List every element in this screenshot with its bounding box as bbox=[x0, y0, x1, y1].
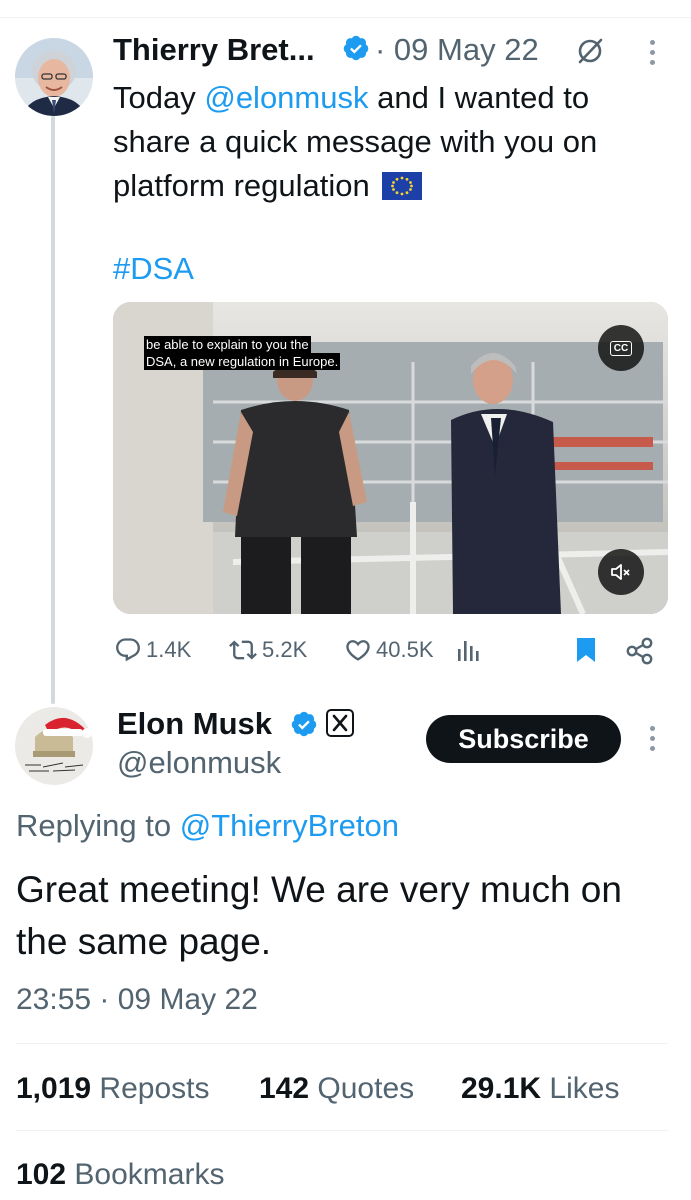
like-action[interactable]: 40.5K bbox=[344, 634, 434, 666]
replying-label: Replying to bbox=[16, 808, 180, 843]
parent-author-name[interactable]: Thierry Bret... bbox=[113, 32, 315, 68]
like-count: 40.5K bbox=[376, 637, 434, 662]
cc-label: CC bbox=[609, 340, 633, 356]
reposts-stat[interactable]: 1,019 Reposts bbox=[16, 1070, 209, 1108]
reply-icon bbox=[116, 638, 140, 662]
replying-to-line: Replying to @ThierryBreton bbox=[16, 807, 399, 845]
parent-more-icon[interactable] bbox=[650, 40, 658, 70]
reply-more-icon[interactable] bbox=[650, 726, 658, 756]
reply-timestamp[interactable]: 23:55 · 09 May 22 bbox=[16, 981, 258, 1019]
repost-action[interactable]: 5.2K bbox=[228, 634, 307, 666]
reply-tweet-text: Great meeting! We are very much on the s… bbox=[16, 869, 622, 962]
stats-divider-bottom bbox=[16, 1130, 668, 1131]
quotes-label: Quotes bbox=[317, 1072, 415, 1105]
bookmarks-count: 102 bbox=[16, 1158, 67, 1191]
views-chart-icon[interactable] bbox=[455, 637, 483, 663]
heart-icon bbox=[346, 640, 370, 661]
hashtag-link[interactable]: #DSA bbox=[113, 251, 194, 287]
video-caption: be able to explain to you the DSA, a new… bbox=[144, 336, 341, 370]
reposts-label: Reposts bbox=[99, 1072, 210, 1105]
quotes-stat[interactable]: 142 Quotes bbox=[259, 1070, 414, 1108]
likes-stat[interactable]: 29.1K Likes bbox=[461, 1070, 619, 1108]
subscribe-button[interactable]: Subscribe bbox=[426, 715, 621, 763]
likes-label: Likes bbox=[549, 1072, 620, 1105]
stats-divider-top bbox=[16, 1043, 668, 1044]
bookmark-icon[interactable] bbox=[574, 636, 598, 664]
mute-button[interactable] bbox=[598, 549, 644, 595]
reply-author-handle[interactable]: @elonmusk bbox=[117, 745, 281, 781]
likes-count: 29.1K bbox=[461, 1072, 542, 1105]
eu-flag-icon bbox=[382, 172, 423, 200]
avatar-elon-musk[interactable] bbox=[15, 707, 93, 785]
repost-count: 5.2K bbox=[262, 637, 308, 662]
parent-timestamp[interactable]: · 09 May 22 bbox=[375, 32, 539, 68]
verified-badge-icon bbox=[291, 711, 317, 737]
top-divider bbox=[0, 17, 691, 18]
repost-icon bbox=[229, 640, 257, 660]
bookmarks-stat[interactable]: 102 Bookmarks bbox=[16, 1156, 224, 1194]
volume-muted-icon bbox=[611, 564, 630, 580]
mention-link[interactable]: @elonmusk bbox=[204, 80, 368, 115]
reply-count: 1.4K bbox=[146, 637, 192, 662]
closed-captions-button[interactable]: CC bbox=[598, 325, 644, 371]
bookmarks-label: Bookmarks bbox=[74, 1158, 225, 1191]
caption-line-1: be able to explain to you the bbox=[144, 336, 311, 353]
replying-to-link[interactable]: @ThierryBreton bbox=[180, 808, 399, 843]
grok-icon[interactable] bbox=[575, 36, 605, 66]
parent-tweet-text: Today @elonmusk and I wanted to share a … bbox=[113, 76, 673, 208]
share-icon[interactable] bbox=[625, 636, 655, 666]
quotes-count: 142 bbox=[259, 1072, 310, 1105]
reply-author-name[interactable]: Elon Musk bbox=[117, 705, 272, 743]
tweet-text-prefix: Today bbox=[113, 80, 205, 115]
avatar-thierry-breton[interactable] bbox=[15, 38, 93, 116]
reply-action[interactable]: 1.4K bbox=[114, 634, 191, 666]
x-affiliate-badge-icon[interactable] bbox=[326, 709, 354, 737]
reposts-count: 1,019 bbox=[16, 1072, 92, 1105]
thread-connector-line bbox=[51, 116, 55, 704]
verified-badge-icon bbox=[343, 35, 369, 61]
caption-line-2: DSA, a new regulation in Europe. bbox=[144, 353, 341, 370]
